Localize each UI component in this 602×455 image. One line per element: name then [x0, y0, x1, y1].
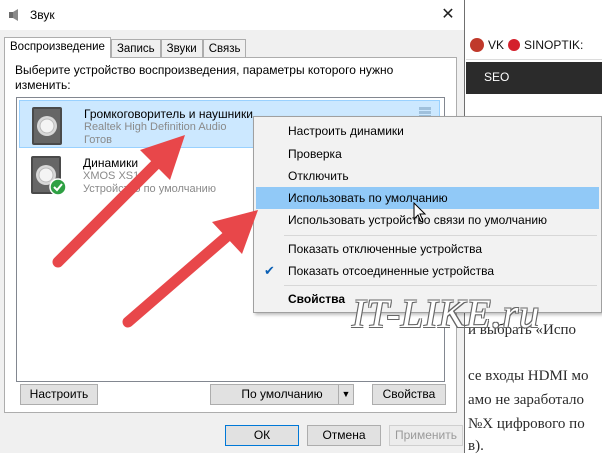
menu-separator	[284, 235, 597, 236]
bookmark-sinoptik[interactable]: SINOPTIK:	[524, 38, 583, 52]
close-button[interactable]: ✕	[432, 0, 464, 30]
properties-button[interactable]: Свойства	[372, 384, 446, 405]
green-check-icon	[49, 178, 67, 196]
article-text-line: в).	[468, 438, 484, 454]
speaker-icon	[9, 9, 18, 21]
configure-button[interactable]: Настроить	[20, 384, 98, 405]
tab-sounds[interactable]: Звуки	[160, 39, 203, 58]
menu-item-label: Показать отсоединенные устройства	[288, 264, 495, 278]
menu-item-disable[interactable]: Отключить	[256, 165, 599, 187]
bookmark-favicon-icon[interactable]	[470, 37, 484, 52]
article-text-line: амо не заработало	[468, 392, 585, 408]
cancel-button[interactable]: Отмена	[307, 425, 381, 446]
tab-playback[interactable]: Воспроизведение	[4, 37, 111, 58]
close-icon: ✕	[441, 6, 455, 23]
window-title: Звук	[30, 8, 55, 22]
bookmark-favicon-icon[interactable]	[508, 38, 521, 51]
nav-item-seo[interactable]: SEO	[484, 70, 509, 84]
bookmarks-bar: VK SINOPTIK:	[466, 30, 602, 60]
set-default-split-button[interactable]: По умолчанию ▼	[210, 384, 354, 405]
menu-item-show-disabled[interactable]: Показать отключенные устройства	[256, 238, 599, 260]
tab-recording[interactable]: Запись	[110, 39, 161, 58]
bookmark-vk[interactable]: VK	[488, 38, 504, 52]
apply-button[interactable]: Применить	[389, 425, 463, 446]
ok-button[interactable]: ОК	[225, 425, 299, 446]
instructions-text: Выберите устройство воспроизведения, пар…	[15, 63, 394, 92]
watermark-text: IT-LIKE.ru	[352, 291, 541, 336]
menu-item-set-default[interactable]: Использовать по умолчанию	[256, 187, 599, 209]
article-text-line: се входы HDMI мо	[468, 368, 589, 384]
site-nav-bar: SEO	[466, 62, 602, 94]
menu-item-set-default-communication[interactable]: Использовать устройство связи по умолчан…	[256, 209, 599, 231]
device-driver: XMOS XS1-U	[83, 170, 151, 182]
set-default-label: По умолчанию	[241, 387, 323, 401]
menu-item-test[interactable]: Проверка	[256, 143, 599, 165]
speaker-icon	[31, 156, 67, 196]
device-driver: Realtek High Definition Audio	[84, 121, 227, 133]
speaker-icon	[32, 107, 62, 145]
tab-bar: Воспроизведение Запись Звуки Связь	[4, 37, 247, 58]
dropdown-arrow-icon[interactable]: ▼	[338, 385, 353, 404]
tab-communications[interactable]: Связь	[202, 39, 247, 58]
menu-item-configure-speakers[interactable]: Настроить динамики	[256, 120, 599, 142]
menu-separator	[284, 285, 597, 286]
checkmark-icon: ✔	[264, 263, 275, 278]
article-text-line: №X цифрового по	[468, 416, 585, 432]
device-name: Динамики	[83, 156, 139, 170]
menu-item-show-disconnected[interactable]: ✔ Показать отсоединенные устройства	[256, 260, 599, 282]
device-name: Громкоговоритель и наушники	[84, 107, 253, 121]
browser-top-strip	[466, 0, 602, 30]
title-bar[interactable]: Звук ✕	[0, 0, 464, 30]
device-status: Готов	[84, 134, 112, 146]
device-status: Устройство по умолчанию	[83, 183, 217, 195]
device-context-menu: Настроить динамики Проверка Отключить Ис…	[253, 116, 602, 313]
mouse-cursor-icon	[413, 202, 427, 223]
